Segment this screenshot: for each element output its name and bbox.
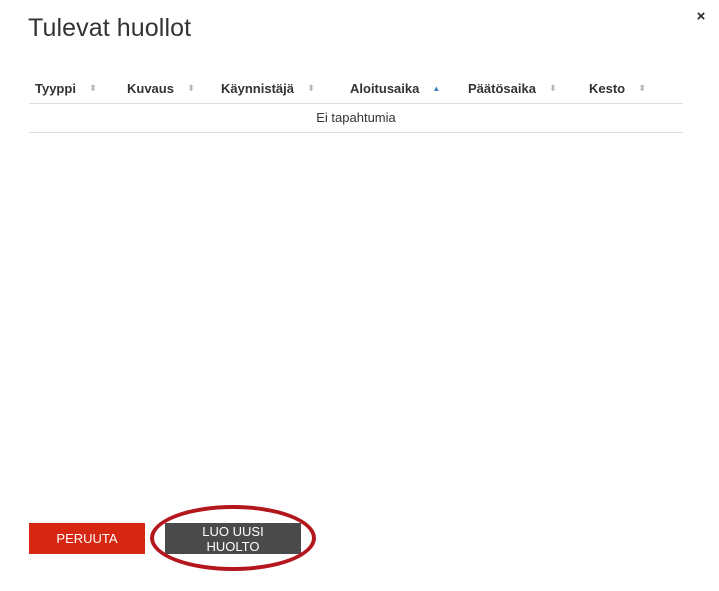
column-header-aloitusaika[interactable]: Aloitusaika ▲ <box>336 73 460 103</box>
column-header-kesto[interactable]: Kesto ⬍ <box>583 73 683 103</box>
column-header-tyyppi[interactable]: Tyyppi ⬍ <box>29 73 121 103</box>
maintenance-table: Tyyppi ⬍ Kuvaus ⬍ Käynnistäjä ⬍ Aloitusa… <box>29 73 683 133</box>
column-header-kaynnistaja[interactable]: Käynnistäjä ⬍ <box>215 73 336 103</box>
dialog: Tulevat huollot × Tyyppi ⬍ Kuvaus ⬍ Käyn… <box>0 0 719 591</box>
column-label: Tyyppi <box>35 80 76 96</box>
column-label: Aloitusaika <box>350 80 420 96</box>
table-header: Tyyppi ⬍ Kuvaus ⬍ Käynnistäjä ⬍ Aloitusa… <box>29 73 683 104</box>
create-maintenance-button[interactable]: LUO UUSI HUOLTO <box>165 523 301 554</box>
sort-both-icon: ⬍ <box>549 82 557 93</box>
empty-table-message: Ei tapahtumia <box>29 104 683 133</box>
sort-both-icon: ⬍ <box>89 82 97 93</box>
dialog-title: Tulevat huollot <box>28 14 192 42</box>
sort-both-icon: ⬍ <box>187 82 195 93</box>
column-label: Päätösaika <box>468 80 536 96</box>
sort-both-icon: ⬍ <box>638 82 646 93</box>
column-header-kuvaus[interactable]: Kuvaus ⬍ <box>121 73 215 103</box>
column-label: Kesto <box>589 80 626 96</box>
close-icon[interactable]: × <box>693 9 709 25</box>
dialog-footer: PERUUTA LUO UUSI HUOLTO <box>29 523 301 554</box>
column-header-paatosaika[interactable]: Päätösaika ⬍ <box>460 73 583 103</box>
column-label: Kuvaus <box>127 80 174 96</box>
column-label: Käynnistäjä <box>221 80 294 96</box>
sort-ascending-icon: ▲ <box>432 83 441 93</box>
sort-both-icon: ⬍ <box>307 82 315 93</box>
cancel-button[interactable]: PERUUTA <box>29 523 145 554</box>
